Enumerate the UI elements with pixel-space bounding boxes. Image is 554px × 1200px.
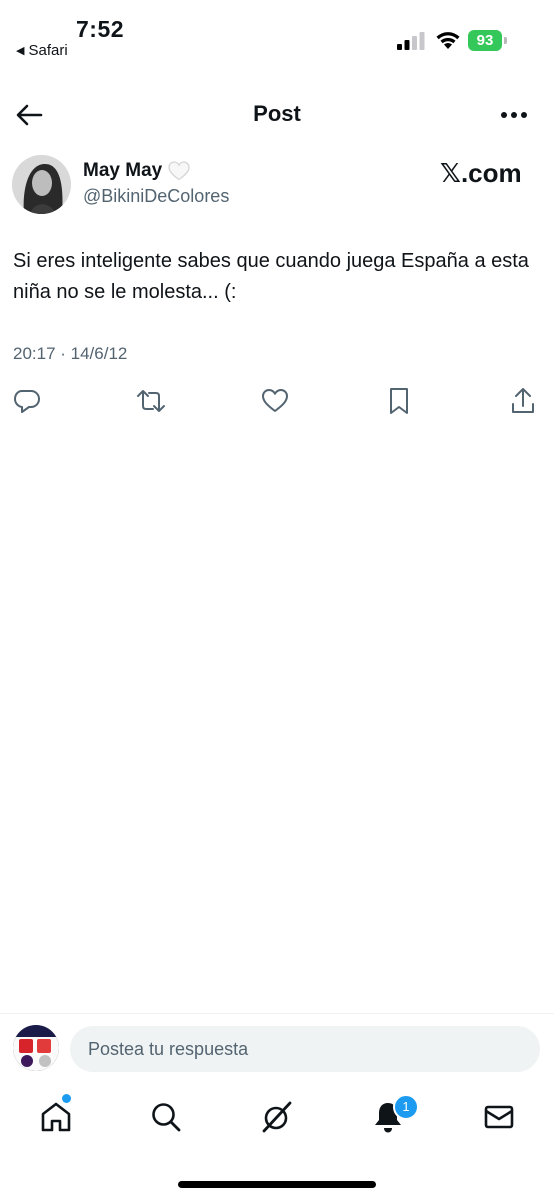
reply-button[interactable]: [12, 384, 42, 418]
reply-divider: [0, 1013, 554, 1014]
battery-indicator: 93: [468, 30, 508, 52]
x-com-logo: 𝕏.com: [440, 158, 522, 188]
like-button[interactable]: [260, 384, 290, 418]
cellular-signal-icon: [397, 32, 425, 50]
back-triangle-icon: ◀: [16, 45, 25, 57]
author-display-name: May May: [83, 160, 163, 181]
back-app-label: Safari: [28, 42, 68, 59]
wifi-icon: [436, 32, 460, 49]
author-handle[interactable]: @BikiniDeColores: [83, 186, 229, 207]
more-options-button[interactable]: [496, 103, 532, 127]
home-indicator[interactable]: [178, 1181, 376, 1188]
home-unread-dot: [62, 1094, 71, 1103]
reply-input[interactable]: [70, 1026, 540, 1072]
search-icon: [152, 1103, 181, 1132]
mail-icon: [484, 1105, 514, 1129]
repost-icon: [137, 390, 165, 412]
tweet-actions: [0, 384, 554, 418]
heart-icon: [262, 389, 288, 412]
share-icon: [512, 388, 534, 413]
more-horizontal-icon: [501, 112, 527, 118]
tweet-text: Si eres inteligente sabes que cuando jue…: [13, 250, 529, 303]
reply-icon: [14, 390, 40, 413]
share-button[interactable]: [508, 384, 538, 418]
tab-search[interactable]: [146, 1097, 186, 1137]
tab-home[interactable]: [36, 1097, 76, 1137]
tab-messages[interactable]: [479, 1097, 519, 1137]
tweet-timestamp[interactable]: 20:17 · 14/6/12: [13, 344, 127, 364]
home-icon: [41, 1102, 71, 1132]
author-name[interactable]: May May: [83, 160, 190, 182]
status-time: 7:52: [76, 16, 125, 42]
user-avatar-image: [13, 1025, 59, 1071]
page-title: Post: [253, 101, 301, 126]
bookmark-button[interactable]: [384, 384, 414, 418]
tab-grok[interactable]: [257, 1097, 297, 1137]
battery-level: 93: [476, 32, 494, 49]
back-to-app-link[interactable]: ◀ Safari: [16, 42, 68, 59]
current-user-avatar[interactable]: [13, 1025, 59, 1071]
repost-button[interactable]: [136, 384, 166, 418]
bookmark-icon: [390, 388, 408, 414]
author-avatar[interactable]: [12, 155, 71, 214]
white-heart-icon: [168, 161, 190, 181]
avatar-photo: [12, 155, 71, 214]
grok-icon: [262, 1101, 292, 1133]
notifications-badge: 1: [393, 1094, 419, 1120]
